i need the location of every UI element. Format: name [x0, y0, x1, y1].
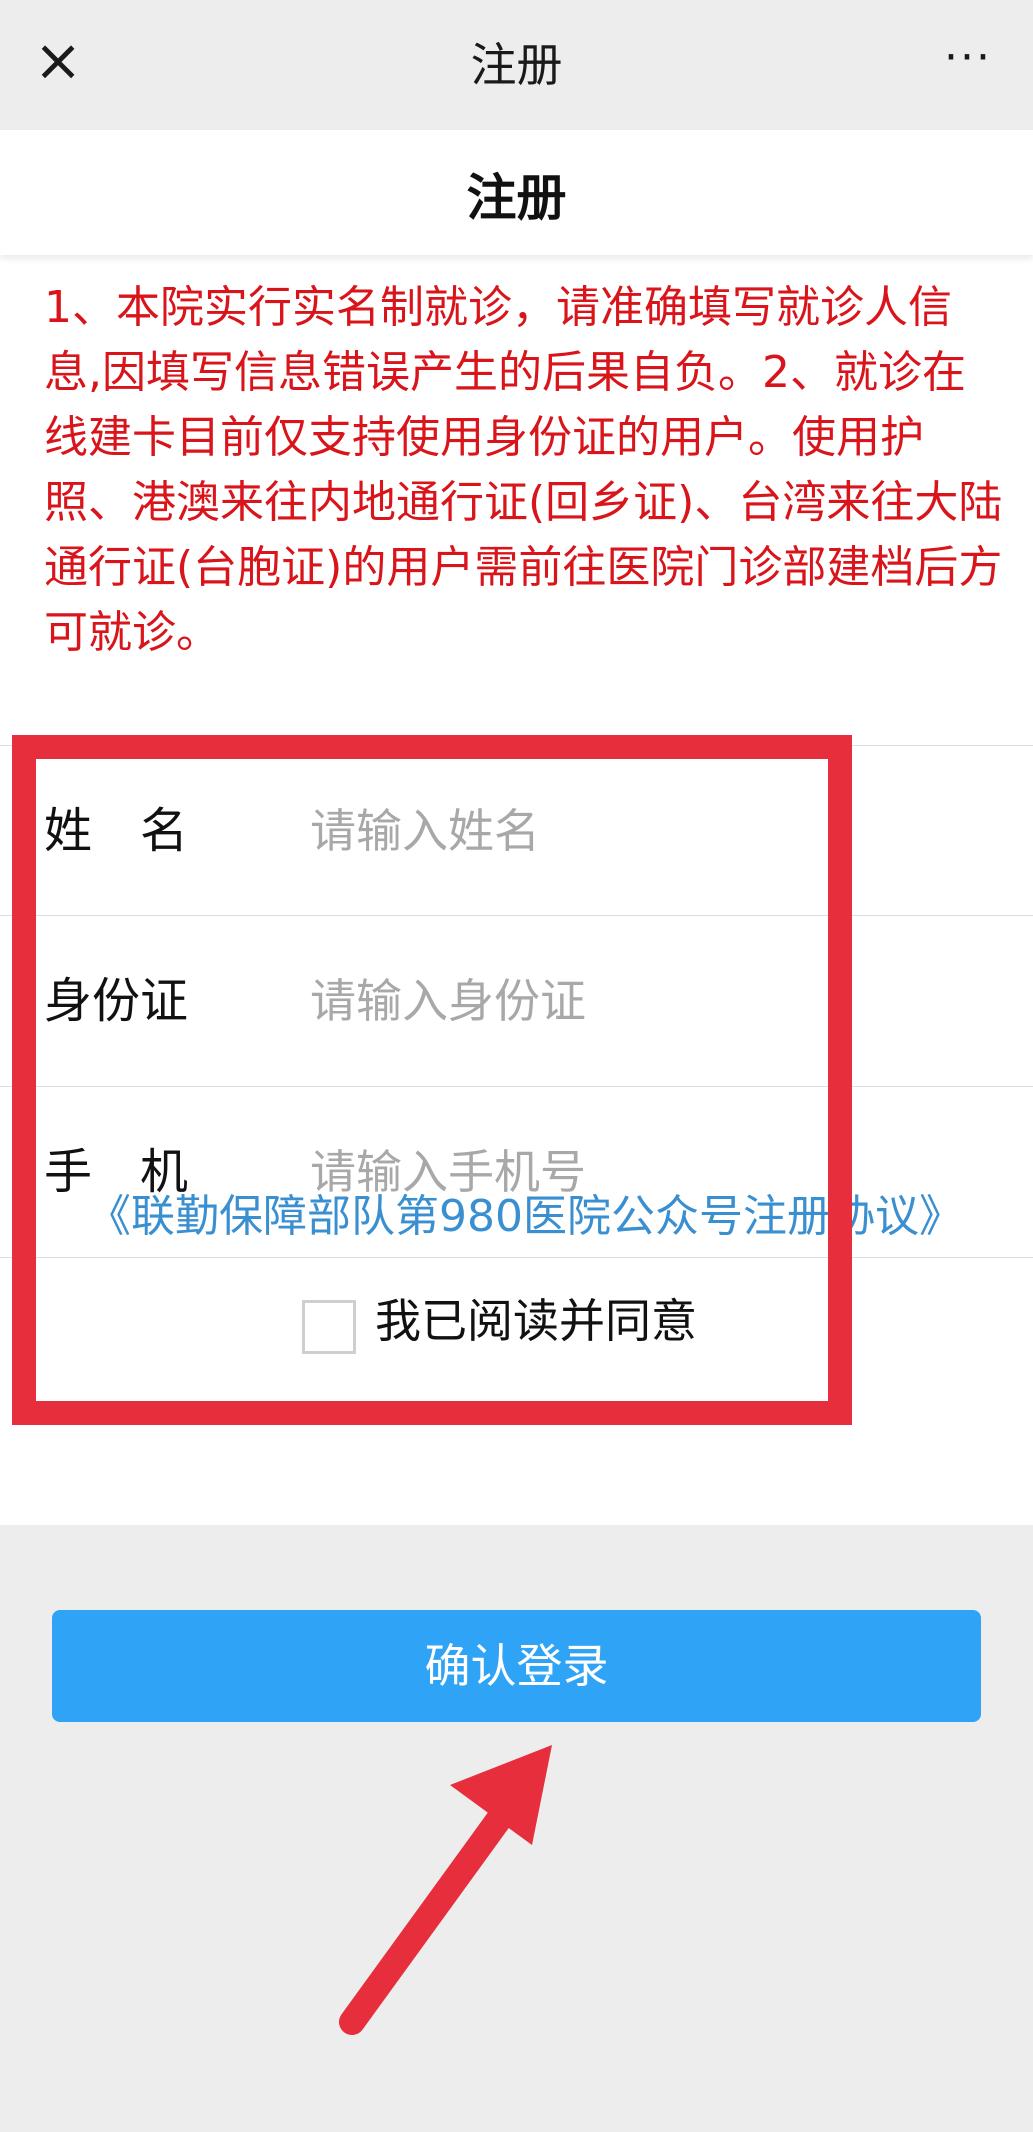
top-bar: × 注册 ··· [0, 0, 1033, 130]
registration-form: 姓 名 身份证 手 机 我已阅读并同意 [0, 745, 1033, 1383]
page: × 注册 ··· 注册 1、本院实行实名制就诊，请准确填写就诊人信息,因填写信息… [0, 0, 1033, 2132]
confirm-login-button[interactable]: 确认登录 [52, 1610, 981, 1722]
agree-text[interactable]: 我已阅读并同意 [375, 1286, 697, 1356]
window-title: 注册 [470, 38, 563, 92]
notice-text: 1、本院实行实名制就诊，请准确填写就诊人信息,因填写信息错误产生的后果自负。2、… [44, 282, 1003, 658]
protocol-link[interactable]: 《联勤保障部队第980医院公众号注册协议》 [50, 1185, 1000, 1249]
page-title: 注册 [466, 169, 567, 227]
content-area: 1、本院实行实名制就诊，请准确填写就诊人信息,因填写信息错误产生的后果自负。2、… [0, 255, 1033, 1525]
agree-row: 我已阅读并同意 [0, 1258, 1033, 1383]
id-row: 身份证 [0, 916, 1033, 1087]
page-header: 注册 [0, 130, 1033, 255]
id-label: 身份证 [44, 973, 189, 1029]
agree-checkbox[interactable] [302, 1300, 356, 1354]
name-input[interactable] [310, 796, 1000, 866]
name-label: 姓 名 [44, 803, 189, 859]
name-row: 姓 名 [0, 745, 1033, 916]
id-card-input[interactable] [310, 966, 1000, 1036]
more-icon[interactable]: ··· [933, 30, 1003, 90]
